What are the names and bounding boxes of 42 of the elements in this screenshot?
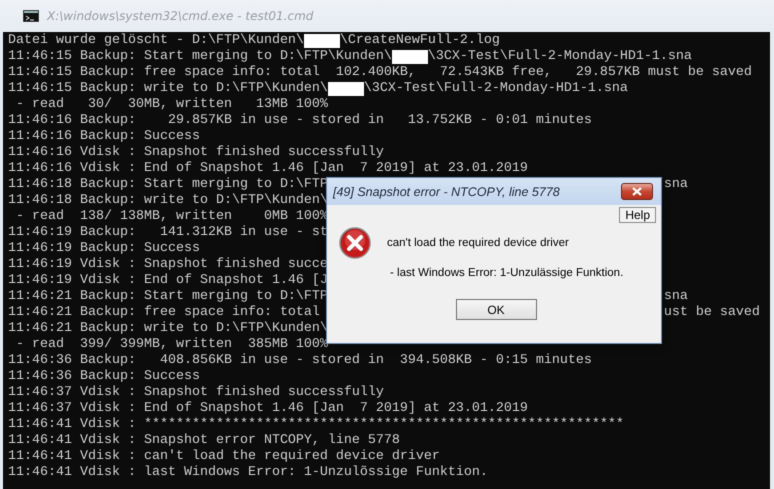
console-line-fragment: ust be saved <box>664 305 760 321</box>
console-line: 11:46:21 Backup: Start merging to D:\FTP <box>8 289 328 305</box>
redaction-block <box>304 34 340 48</box>
console-line: 11:46:16 Backup: 29.857KB in use - stored in 13.752KB - 0:01 minutes <box>8 113 592 129</box>
console-line: 11:46:41 Vdisk : Snapshot error NTCOPY, line 5778 <box>8 433 400 449</box>
redaction-block <box>328 82 364 96</box>
console-line: - read 399/ 399MB, written 385MB 100% <box>14 337 328 353</box>
console-line: 11:46:16 Vdisk : End of Snapshot 1.46 [Jan 7 2019] at 23.01.2019 <box>8 161 528 177</box>
console-line: - read 30/ 30MB, written 13MB 100% <box>14 97 328 113</box>
ok-button[interactable]: OK <box>456 299 536 320</box>
error-icon <box>339 227 371 259</box>
console-line: 11:46:41 Vdisk : can't load the required device driver <box>8 449 440 465</box>
console-line: 11:46:41 Vdisk : last Windows Error: 1-Unzulõssige Funktion. <box>8 465 488 481</box>
console-icon <box>23 10 39 22</box>
console-line: 11:46:15 Backup: free space info: total 102.400KB, 72.543KB free, 29.857KB must be saved <box>8 65 752 81</box>
console-line: 11:46:16 Backup: Success <box>8 129 200 145</box>
close-icon <box>632 187 642 196</box>
console-line: 11:46:21 Backup: write to D:\FTP\Kunden\ <box>8 321 328 337</box>
console-line: 11:46:18 Backup: Start merging to D:\FTP <box>8 177 328 193</box>
console-line: 11:46:36 Backup: Success <box>8 369 200 385</box>
console-line-fragment: sna <box>664 289 688 305</box>
redaction-block <box>392 50 428 64</box>
console-line: 11:46:19 Backup: Success <box>8 241 200 257</box>
console-line: 11:46:21 Backup: free space info: total <box>8 305 320 321</box>
console-line-fragment: sna <box>664 177 688 193</box>
window-title: X:\windows\system32\cmd.exe - test01.cmd <box>47 9 314 23</box>
console-line: 11:46:16 Vdisk : Snapshot finished successfully <box>8 145 384 161</box>
console-line: 11:46:37 Vdisk : End of Snapshot 1.46 [Jan 7 2019] at 23.01.2019 <box>8 401 528 417</box>
help-button[interactable]: Help <box>619 207 656 223</box>
console-line: 11:46:41 Vdisk : ************************************************************ <box>8 417 624 433</box>
error-message: can't load the required device driver <box>387 236 570 251</box>
console-line: 11:46:19 Backup: 141.312KB in use - st <box>8 225 328 241</box>
console-line: Datei wurde gelöscht - D:\FTP\Kunden\ \CreateNewFull-2.log <box>8 33 500 49</box>
dialog-title: [49] Snapshot error - NTCOPY, line 5778 <box>333 184 560 200</box>
console-line: 11:46:19 Vdisk : Snapshot finished succe <box>8 257 328 273</box>
console-line: 11:46:18 Backup: write to D:\FTP\Kunden\ <box>8 193 328 209</box>
console-line: 11:46:15 Backup: write to D:\FTP\Kunden\ \3CX-Test\Full-2-Monday-HD1-1.sna <box>8 81 628 97</box>
console-line: 11:46:15 Backup: Start merging to D:\FTP\Kunden\ \3CX-Test\Full-2-Monday-HD1-1.sna <box>8 49 692 65</box>
error-detail: - last Windows Error: 1-Unzulässige Funktion. <box>389 266 624 281</box>
console-line: 11:46:36 Backup: 408.856KB in use - stored in 394.508KB - 0:15 minutes <box>8 353 592 369</box>
close-button[interactable] <box>621 183 653 200</box>
console-line: 11:46:37 Vdisk : Snapshot finished successfully <box>8 385 384 401</box>
